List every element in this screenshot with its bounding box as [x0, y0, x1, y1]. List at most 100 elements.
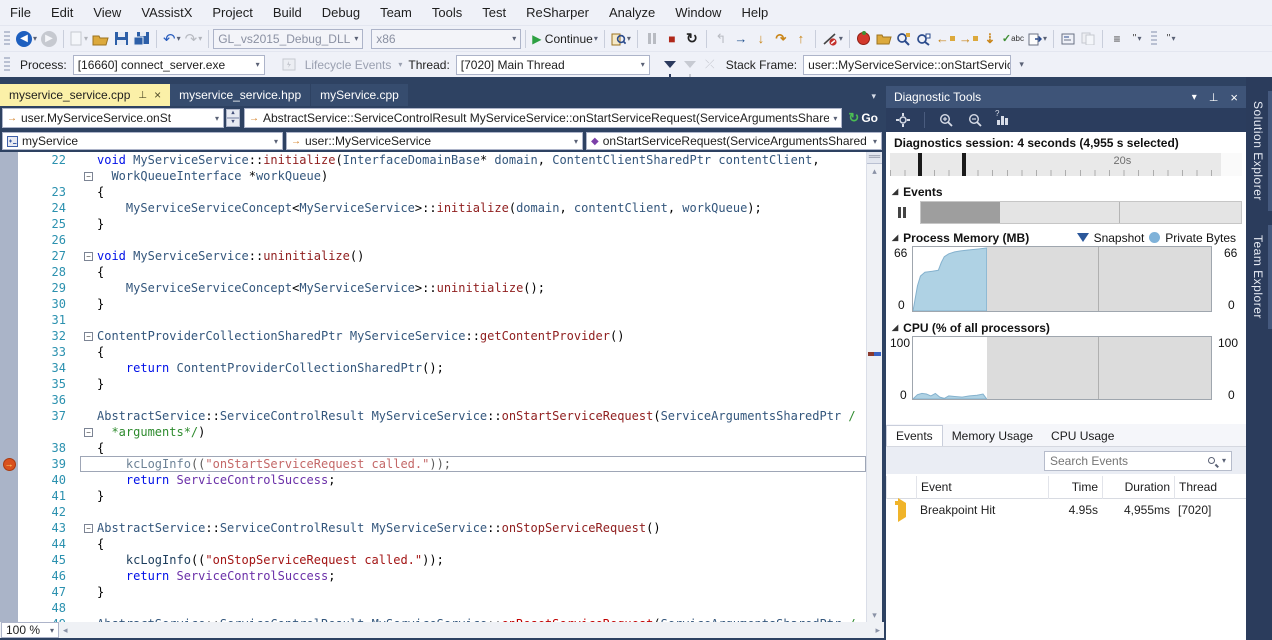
debugbar-overflow[interactable]: ▾: [1011, 54, 1031, 76]
sort-lines-button[interactable]: ≡: [1107, 28, 1127, 50]
memory-section-header[interactable]: ◢ Process Memory (MB) Snapshot Private B…: [886, 228, 1246, 247]
code-line[interactable]: 26: [0, 232, 866, 248]
code-line[interactable]: →39 kcLogInfo(("onStartServiceRequest ca…: [0, 456, 866, 472]
gear-icon[interactable]: [896, 113, 910, 127]
search-input[interactable]: [1050, 454, 1208, 468]
navigate-back-button[interactable]: ◀▾: [14, 28, 39, 50]
code-line[interactable]: 23{: [0, 184, 866, 200]
save-all-button[interactable]: [131, 28, 152, 50]
column-header-time[interactable]: Time: [1048, 476, 1102, 499]
events-section-header[interactable]: ◢ Events: [886, 182, 1246, 201]
platform-combo[interactable]: x86▾: [371, 29, 521, 49]
va-nav-forward-button[interactable]: →: [957, 28, 980, 50]
fold-column[interactable]: [80, 392, 97, 408]
breakpoint-margin[interactable]: [0, 568, 18, 584]
breakpoint-margin[interactable]: [0, 168, 18, 184]
project-combo[interactable]: myService▾: [2, 132, 283, 150]
fold-column[interactable]: [80, 280, 97, 296]
toggle-breakpoints-button[interactable]: ▾: [820, 28, 845, 50]
fold-column[interactable]: [80, 552, 97, 568]
menu-item-test[interactable]: Test: [472, 1, 516, 24]
solution-config-combo[interactable]: GL_vs2015_Debug_DLL▾: [213, 29, 363, 49]
fold-column[interactable]: [80, 584, 97, 600]
side-tab-team-explorer[interactable]: Team Explorer: [1248, 225, 1272, 329]
breakpoint-hit-icon[interactable]: →: [3, 458, 16, 471]
scope-combo[interactable]: → user::MyServiceService▾: [286, 132, 583, 150]
fold-column[interactable]: −: [80, 424, 97, 440]
code-line[interactable]: 42: [0, 504, 866, 520]
fold-column[interactable]: [80, 376, 97, 392]
paste-history-button[interactable]: ⇣: [980, 28, 1000, 50]
comment-button[interactable]: ''▾: [1127, 28, 1147, 50]
code-line[interactable]: 46 return ServiceControlSuccess;: [0, 568, 866, 584]
step-into-button[interactable]: ↓: [751, 28, 771, 50]
find-references-button[interactable]: [914, 28, 934, 50]
new-file-button[interactable]: ▾: [68, 28, 90, 50]
breakpoint-margin[interactable]: [0, 536, 18, 552]
diagnostic-tools-titlebar[interactable]: Diagnostic Tools ▾ ⊥ ×: [886, 86, 1246, 108]
fold-column[interactable]: [80, 360, 97, 376]
code-line[interactable]: 30}: [0, 296, 866, 312]
code-line[interactable]: 33{: [0, 344, 866, 360]
redo-button[interactable]: ↷▾: [183, 28, 205, 50]
find-symbol-button[interactable]: [894, 28, 914, 50]
breakpoint-margin[interactable]: [0, 472, 18, 488]
debugbar-grip[interactable]: [4, 57, 10, 73]
breakpoint-margin[interactable]: [0, 328, 18, 344]
code-line[interactable]: 44{: [0, 536, 866, 552]
save-button[interactable]: [111, 28, 131, 50]
show-next-statement-button[interactable]: ↰: [711, 28, 731, 50]
breakpoint-margin[interactable]: [0, 488, 18, 504]
menu-item-debug[interactable]: Debug: [312, 1, 370, 24]
code-line[interactable]: 41}: [0, 488, 866, 504]
column-header-event[interactable]: Event: [916, 476, 1048, 499]
diag-tab-cpu-usage[interactable]: CPU Usage: [1042, 426, 1123, 446]
menu-item-tools[interactable]: Tools: [422, 1, 472, 24]
code-line[interactable]: 25}: [0, 216, 866, 232]
panel-pin-icon[interactable]: ⊥: [1209, 91, 1219, 104]
code-line[interactable]: 40 return ServiceControlSuccess;: [0, 472, 866, 488]
code-line[interactable]: 35}: [0, 376, 866, 392]
pin-icon[interactable]: ⊥: [138, 90, 147, 101]
code-line[interactable]: − WorkQueueInterface *workQueue): [0, 168, 866, 184]
fold-column[interactable]: −: [80, 168, 97, 184]
breakpoint-margin[interactable]: [0, 504, 18, 520]
breakpoint-margin[interactable]: →: [0, 456, 18, 472]
fold-column[interactable]: [80, 296, 97, 312]
fold-column[interactable]: [80, 344, 97, 360]
cpu-section-header[interactable]: ◢ CPU (% of all processors): [886, 318, 1246, 337]
fold-column[interactable]: [80, 600, 97, 616]
code-editor[interactable]: 22void MyServiceService::initialize(Inte…: [0, 152, 866, 622]
column-header-thread[interactable]: Thread: [1174, 476, 1232, 499]
vassistx-button[interactable]: [854, 28, 874, 50]
breakpoint-margin[interactable]: [0, 200, 18, 216]
scroll-right-icon[interactable]: ▸: [875, 625, 880, 636]
fold-column[interactable]: [80, 536, 97, 552]
copy-doc-button[interactable]: [1078, 28, 1098, 50]
zoom-level-combo[interactable]: 100 %▾: [1, 622, 59, 638]
collapse-box-icon[interactable]: −: [84, 428, 93, 437]
toolbar-grip[interactable]: [4, 31, 10, 47]
toggle-flagged-button[interactable]: ⤫: [700, 54, 720, 76]
va-context-combo[interactable]: → user.MyServiceService.onSt▾: [2, 108, 224, 128]
breakpoint-margin[interactable]: [0, 376, 18, 392]
menu-item-window[interactable]: Window: [665, 1, 731, 24]
breakpoint-margin[interactable]: [0, 248, 18, 264]
code-line[interactable]: − *arguments*/): [0, 424, 866, 440]
spin-up-icon[interactable]: ▴: [226, 109, 240, 118]
breakpoint-margin[interactable]: [0, 344, 18, 360]
breakpoint-margin[interactable]: [0, 312, 18, 328]
fold-column[interactable]: [80, 264, 97, 280]
fold-column[interactable]: [80, 184, 97, 200]
navigate-forward-button[interactable]: ▶: [39, 28, 59, 50]
va-go-button[interactable]: ↻ Go: [842, 110, 884, 126]
stack-frame-combo[interactable]: user::MyServiceService::onStartServiceRe…: [803, 55, 1011, 75]
process-combo[interactable]: [16660] connect_server.exe▾: [73, 55, 265, 75]
breakpoint-margin[interactable]: [0, 552, 18, 568]
menu-item-team[interactable]: Team: [370, 1, 422, 24]
step-out-button[interactable]: ↑: [791, 28, 811, 50]
breakpoint-margin[interactable]: [0, 424, 18, 440]
search-events-box[interactable]: ▾: [1044, 451, 1232, 471]
breakpoint-margin[interactable]: [0, 184, 18, 200]
panel-menu-chevron-icon[interactable]: ▾: [1192, 92, 1197, 103]
